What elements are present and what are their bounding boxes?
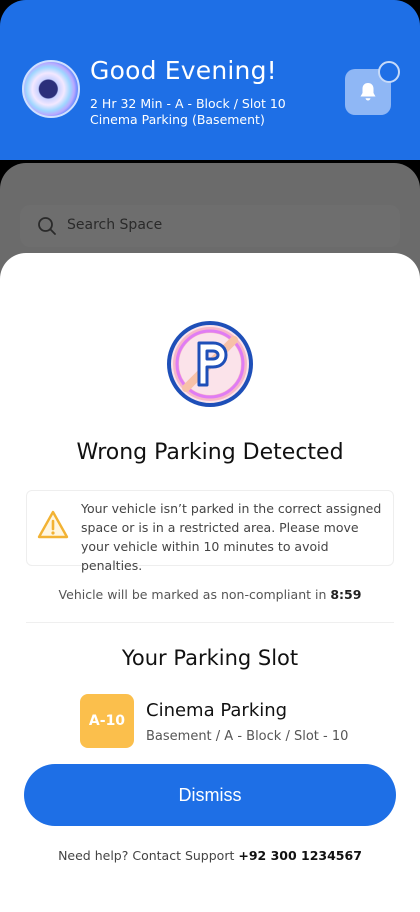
location-info: Cinema Parking (Basement): [90, 112, 265, 127]
search-input[interactable]: Search Space: [67, 217, 162, 233]
app-header: Good Evening! 2 Hr 32 Min - A - Block / …: [0, 0, 420, 160]
support-line: Need help? Contact Support +92 300 12345…: [0, 848, 420, 863]
greeting-title: Good Evening!: [90, 56, 277, 85]
support-phone-link[interactable]: +92 300 1234567: [238, 848, 362, 863]
wrong-parking-sheet: Wrong Parking Detected Your vehicle isn’…: [0, 253, 420, 912]
warning-message-box: Your vehicle isn’t parked in the correct…: [26, 490, 394, 573]
support-label: Need help? Contact Support: [58, 848, 239, 863]
notification-dot: [378, 61, 400, 83]
session-info: 2 Hr 32 Min - A - Block / Slot 10: [90, 96, 286, 111]
warning-text: Your vehicle isn’t parked in the correct…: [81, 501, 382, 573]
no-parking-icon: [167, 321, 253, 407]
slot-detail: Basement / A - Block / Slot - 10: [146, 729, 349, 744]
countdown-label: Vehicle will be marked as non-compliant …: [58, 587, 331, 602]
compliance-countdown: Vehicle will be marked as non-compliant …: [0, 587, 420, 602]
divider: [26, 622, 394, 623]
search-bar[interactable]: Search Space: [20, 205, 400, 247]
search-icon: [38, 217, 56, 235]
dismiss-button[interactable]: Dismiss: [24, 764, 396, 826]
warning-icon: [37, 510, 69, 539]
slot-name: Cinema Parking: [146, 700, 288, 721]
countdown-timer: 8:59: [330, 587, 362, 602]
bell-icon: [360, 83, 376, 101]
alert-title: Wrong Parking Detected: [76, 440, 344, 465]
parking-slot-heading: Your Parking Slot: [121, 646, 299, 670]
slot-code-badge: A-10: [80, 694, 134, 748]
avatar[interactable]: [22, 60, 80, 118]
